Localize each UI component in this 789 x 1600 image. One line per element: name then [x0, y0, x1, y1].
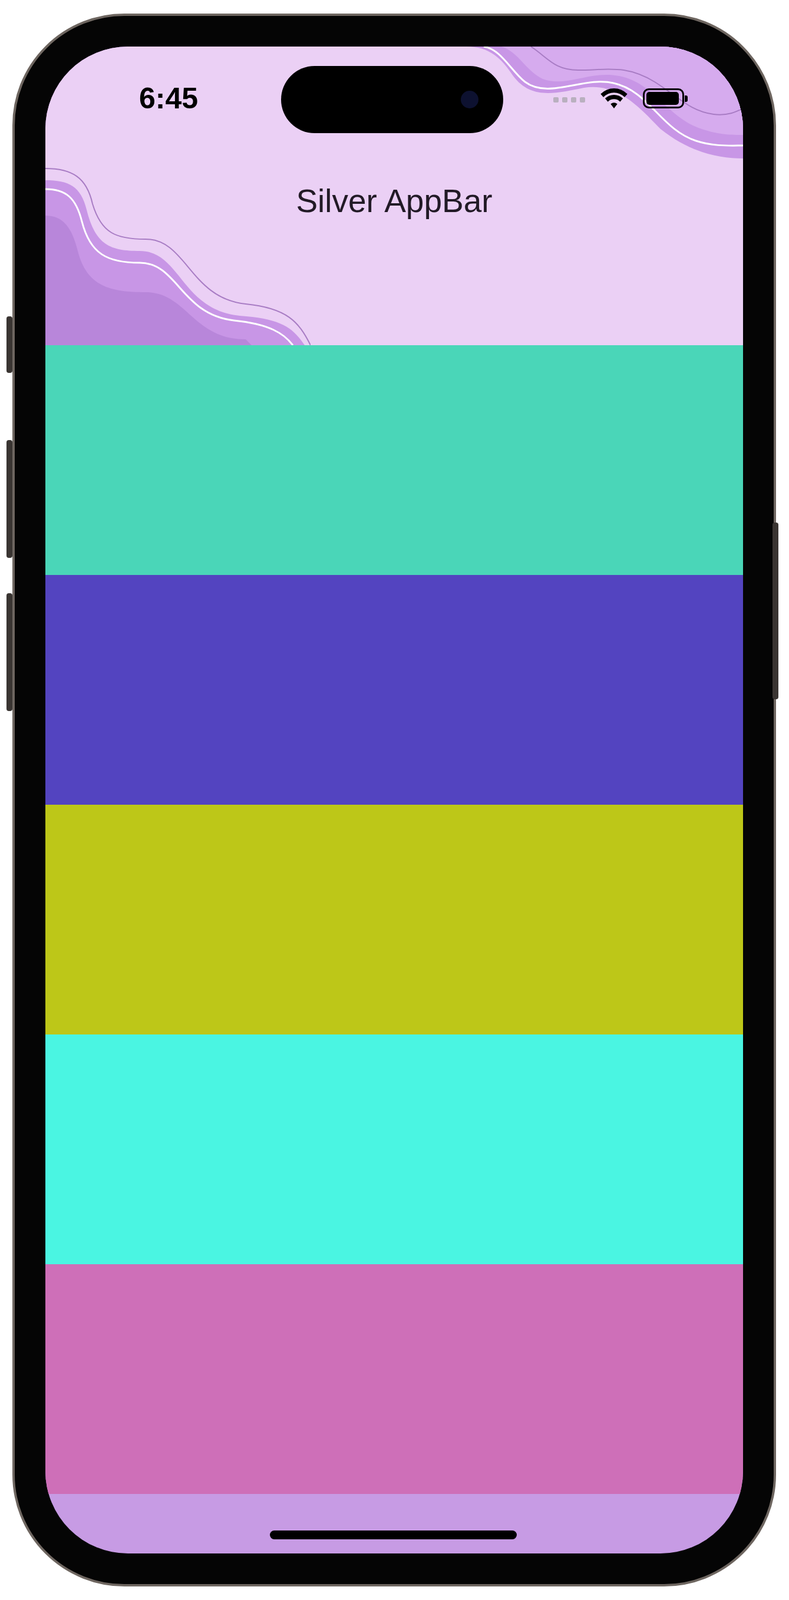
- home-indicator[interactable]: [269, 1530, 517, 1540]
- camera-icon: [460, 90, 479, 109]
- battery-fill: [646, 91, 679, 105]
- signal-icon: [553, 94, 586, 103]
- list-item[interactable]: [45, 1034, 744, 1265]
- signal-bar: [579, 97, 586, 103]
- status-icons: [553, 88, 685, 109]
- side-button[interactable]: [6, 316, 13, 373]
- side-button[interactable]: [772, 522, 779, 700]
- side-button[interactable]: [6, 440, 13, 559]
- phone-screen: 6:45 Silver AppBar: [45, 46, 744, 1554]
- dynamic-island: [281, 65, 504, 134]
- phone-frame: 6:45 Silver AppBar: [12, 13, 777, 1587]
- list-item[interactable]: [45, 345, 744, 576]
- wifi-icon: [600, 88, 628, 109]
- list-item[interactable]: [45, 1264, 744, 1495]
- list-item[interactable]: [45, 804, 744, 1035]
- signal-bar: [553, 97, 559, 103]
- status-time: 6:45: [139, 83, 198, 114]
- wave-decoration-icon: [45, 162, 311, 346]
- battery-icon: [642, 88, 685, 109]
- app-bar-title: Silver AppBar: [45, 181, 744, 221]
- wave-decoration-icon: [466, 46, 744, 159]
- list-item[interactable]: [45, 575, 744, 805]
- signal-bar: [570, 97, 577, 103]
- signal-bar: [562, 97, 568, 103]
- side-button[interactable]: [6, 593, 13, 712]
